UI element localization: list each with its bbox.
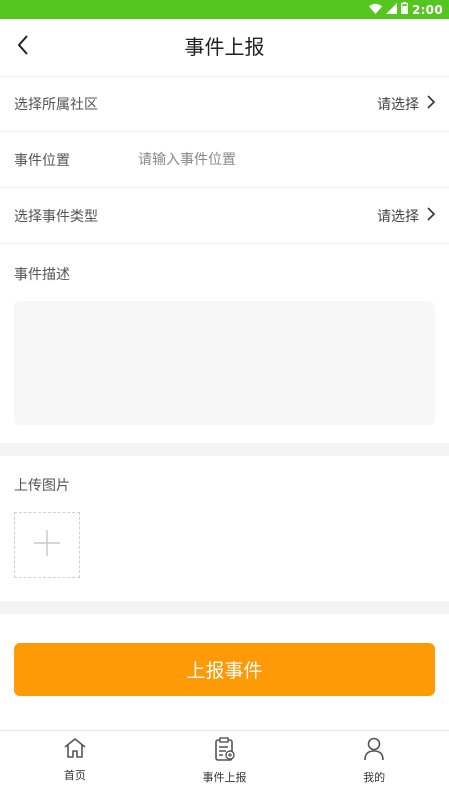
- community-label: 选择所属社区: [14, 96, 98, 113]
- navigation-bar: 事件上报: [0, 19, 449, 77]
- tab-report[interactable]: 事件上报: [150, 731, 300, 801]
- chevron-left-icon: [16, 34, 30, 60]
- section-divider: [0, 601, 449, 614]
- wifi-icon: [368, 3, 382, 17]
- status-time: 2:00: [411, 2, 443, 17]
- chevron-right-icon: [427, 94, 436, 113]
- description-textarea[interactable]: [14, 301, 435, 425]
- submit-report-button[interactable]: 上报事件: [14, 643, 435, 696]
- home-icon: [63, 737, 87, 763]
- page-title: 事件上报: [184, 35, 265, 59]
- bottom-tab-bar: 首页 事件上报 我的: [0, 730, 449, 801]
- tab-profile-label: 我的: [363, 771, 386, 784]
- event-type-select[interactable]: 请选择: [377, 206, 436, 226]
- battery-icon: [400, 2, 408, 17]
- location-input[interactable]: [136, 150, 400, 169]
- tab-home[interactable]: 首页: [0, 731, 150, 801]
- user-icon: [363, 737, 385, 765]
- description-label: 事件描述: [14, 267, 70, 283]
- community-row[interactable]: 选择所属社区 请选择: [0, 76, 449, 132]
- signal-icon: [385, 2, 397, 17]
- upload-label: 上传图片: [14, 478, 70, 494]
- event-type-row[interactable]: 选择事件类型 请选择: [0, 188, 449, 244]
- report-clipboard-icon: [214, 737, 236, 765]
- chevron-right-icon: [427, 206, 436, 225]
- tab-home-label: 首页: [63, 769, 86, 782]
- section-divider: [0, 443, 449, 456]
- plus-icon: [33, 529, 61, 561]
- add-image-button[interactable]: [14, 512, 80, 578]
- community-select[interactable]: 请选择: [377, 94, 436, 114]
- back-button[interactable]: [8, 32, 38, 62]
- status-bar: 2:00: [0, 0, 449, 19]
- event-type-label: 选择事件类型: [14, 208, 98, 225]
- location-row: 事件位置: [0, 132, 449, 188]
- tab-profile[interactable]: 我的: [299, 731, 449, 801]
- tab-report-label: 事件上报: [202, 771, 247, 784]
- community-value: 请选择: [377, 96, 419, 113]
- location-label: 事件位置: [14, 152, 70, 169]
- event-type-value: 请选择: [377, 208, 419, 225]
